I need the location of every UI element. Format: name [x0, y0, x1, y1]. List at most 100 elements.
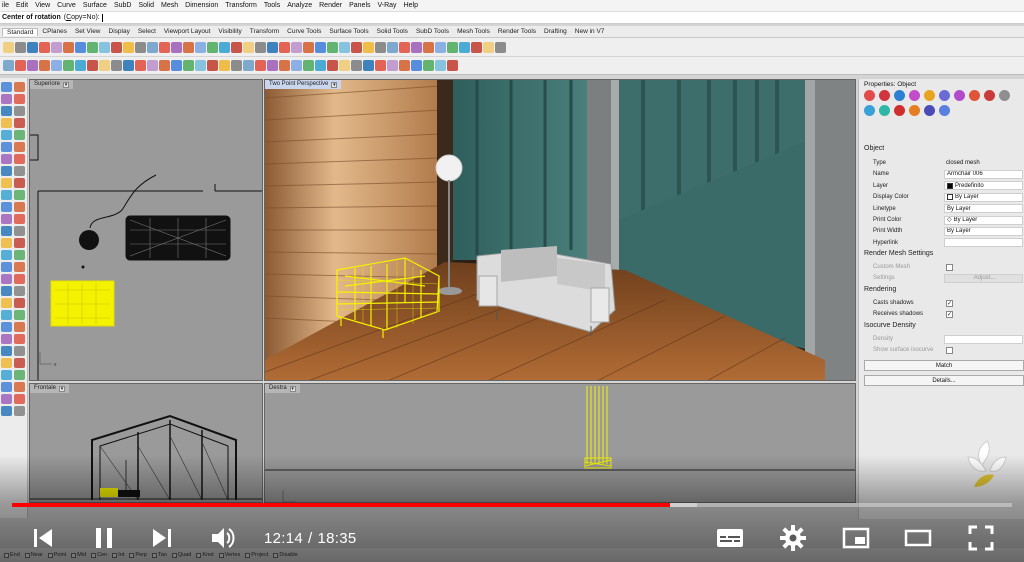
viewport-title-right[interactable]: Destra ▾: [265, 384, 300, 393]
toolbar-tool-icon[interactable]: [255, 41, 266, 53]
menu-item-subd[interactable]: SubD: [114, 2, 132, 9]
match-button[interactable]: Match: [864, 360, 1024, 371]
toolbar-tool-icon[interactable]: [171, 41, 182, 53]
osnap-cen[interactable]: Cen: [91, 552, 107, 558]
toolbar-tool-icon[interactable]: [483, 41, 494, 53]
toolbar-tool-icon[interactable]: [159, 60, 170, 71]
custom-mesh-checkbox[interactable]: [946, 263, 953, 271]
tab-cplanes[interactable]: CPlanes: [38, 28, 71, 35]
toolbar-tool-icon[interactable]: [447, 41, 458, 53]
side-tool-icon[interactable]: [14, 382, 25, 392]
side-tool-icon[interactable]: [14, 142, 25, 152]
side-tool-icon[interactable]: [14, 394, 25, 404]
osnap-project[interactable]: Project: [245, 552, 268, 558]
toolbar-tool-icon[interactable]: [183, 41, 194, 53]
osnap-near[interactable]: Near: [24, 552, 43, 558]
toolbar-tool-icon[interactable]: [207, 60, 218, 71]
tab-render-tools[interactable]: Render Tools: [494, 28, 540, 35]
menu-item-tools[interactable]: Tools: [264, 2, 280, 9]
side-tool-icon[interactable]: [14, 166, 25, 176]
toolbar-tool-icon[interactable]: [459, 41, 470, 53]
cylinder-icon[interactable]: [939, 105, 950, 116]
toolbar-tool-icon[interactable]: [435, 60, 446, 71]
toolbar-tool-icon[interactable]: [423, 41, 434, 53]
toolbar-tool-icon[interactable]: [231, 60, 242, 71]
toolbar-tool-icon[interactable]: [363, 41, 374, 53]
details-button[interactable]: Details...: [864, 375, 1024, 386]
render-icon[interactable]: [894, 105, 905, 116]
light-icon[interactable]: [894, 90, 905, 101]
tab-mesh-tools[interactable]: Mesh Tools: [453, 28, 494, 35]
osnap-point[interactable]: Point: [47, 552, 66, 558]
toolbar-tool-icon[interactable]: [63, 60, 74, 71]
side-tool-icon[interactable]: [14, 82, 25, 92]
toolbar-tool-icon[interactable]: [399, 41, 410, 53]
toolbar-tool-icon[interactable]: [39, 41, 50, 53]
tab-select[interactable]: Select: [134, 28, 160, 35]
toolbar-tool-icon[interactable]: [159, 41, 170, 53]
side-tool-icon[interactable]: [1, 226, 12, 236]
property-value-print-width[interactable]: By Layer: [944, 226, 1023, 236]
toolbar-tool-icon[interactable]: [267, 41, 278, 53]
side-tool-icon[interactable]: [14, 310, 25, 320]
toolbar-tool-icon[interactable]: [435, 41, 446, 53]
tab-standard[interactable]: Standard: [2, 27, 39, 36]
side-tool-icon[interactable]: [1, 154, 12, 164]
toolbar-tool-icon[interactable]: [3, 60, 14, 71]
side-tool-icon[interactable]: [1, 82, 12, 92]
side-tool-icon[interactable]: [1, 370, 12, 380]
menu-item-surface[interactable]: Surface: [83, 2, 107, 9]
osnap-quad[interactable]: Quad: [171, 552, 191, 558]
chevron-down-icon[interactable]: ▾: [63, 81, 70, 88]
show-isocurve-checkbox[interactable]: [946, 346, 953, 354]
video-progress-bar[interactable]: [12, 503, 1012, 507]
toolbar-tool-icon[interactable]: [87, 60, 98, 71]
osnap-knot[interactable]: Knot: [196, 552, 214, 558]
side-tool-icon[interactable]: [14, 322, 25, 332]
settings-gear-icon[interactable]: [779, 524, 807, 552]
toolbar-tool-icon[interactable]: [411, 60, 422, 71]
toolbar-tool-icon[interactable]: [207, 41, 218, 53]
subtitles-icon[interactable]: [716, 524, 744, 552]
osnap-int[interactable]: Int: [112, 552, 124, 558]
toolbar-tool-icon[interactable]: [243, 41, 254, 53]
toolbar-tool-icon[interactable]: [279, 41, 290, 53]
toolbar-tool-icon[interactable]: [387, 41, 398, 53]
side-tool-icon[interactable]: [14, 130, 25, 140]
tab-solid-tools[interactable]: Solid Tools: [373, 28, 412, 35]
decal-icon[interactable]: [969, 90, 980, 101]
floor-lamp-top[interactable]: [79, 230, 99, 250]
side-tool-icon[interactable]: [14, 346, 25, 356]
theater-mode-icon[interactable]: [904, 524, 932, 552]
tab-transform[interactable]: Transform: [246, 28, 283, 35]
toolbar-tool-icon[interactable]: [195, 41, 206, 53]
toolbar-tool-icon[interactable]: [39, 60, 50, 71]
side-tool-icon[interactable]: [1, 286, 12, 296]
side-tool-icon[interactable]: [14, 298, 25, 308]
side-tool-icon[interactable]: [14, 190, 25, 200]
menu-item-dimension[interactable]: Dimension: [185, 2, 218, 9]
toolbar-tool-icon[interactable]: [27, 41, 38, 53]
toolbar-tool-icon[interactable]: [219, 60, 230, 71]
gumball-icon[interactable]: [984, 90, 995, 101]
toolbar-tool-icon[interactable]: [279, 60, 290, 71]
toolbar-tool-icon[interactable]: [111, 60, 122, 71]
toolbar-tool-icon[interactable]: [231, 41, 242, 53]
volume-icon[interactable]: [209, 524, 237, 552]
side-tool-icon[interactable]: [1, 358, 12, 368]
sphere-icon[interactable]: [864, 105, 875, 116]
side-tool-icon[interactable]: [14, 94, 25, 104]
tab-surface-tools[interactable]: Surface Tools: [325, 28, 372, 35]
side-tool-icon[interactable]: [1, 94, 12, 104]
side-tool-icon[interactable]: [14, 214, 25, 224]
side-tool-icon[interactable]: [1, 166, 12, 176]
menu-item-render[interactable]: Render: [319, 2, 342, 9]
pause-icon[interactable]: [90, 524, 118, 552]
side-tool-icon[interactable]: [1, 298, 12, 308]
toolbar-tool-icon[interactable]: [315, 60, 326, 71]
environment-icon[interactable]: [879, 105, 890, 116]
side-tool-icon[interactable]: [14, 250, 25, 260]
property-value-display-color[interactable]: By Layer: [944, 192, 1023, 202]
toolbar-tool-icon[interactable]: [87, 41, 98, 53]
chevron-down-icon[interactable]: ▾: [331, 81, 338, 88]
